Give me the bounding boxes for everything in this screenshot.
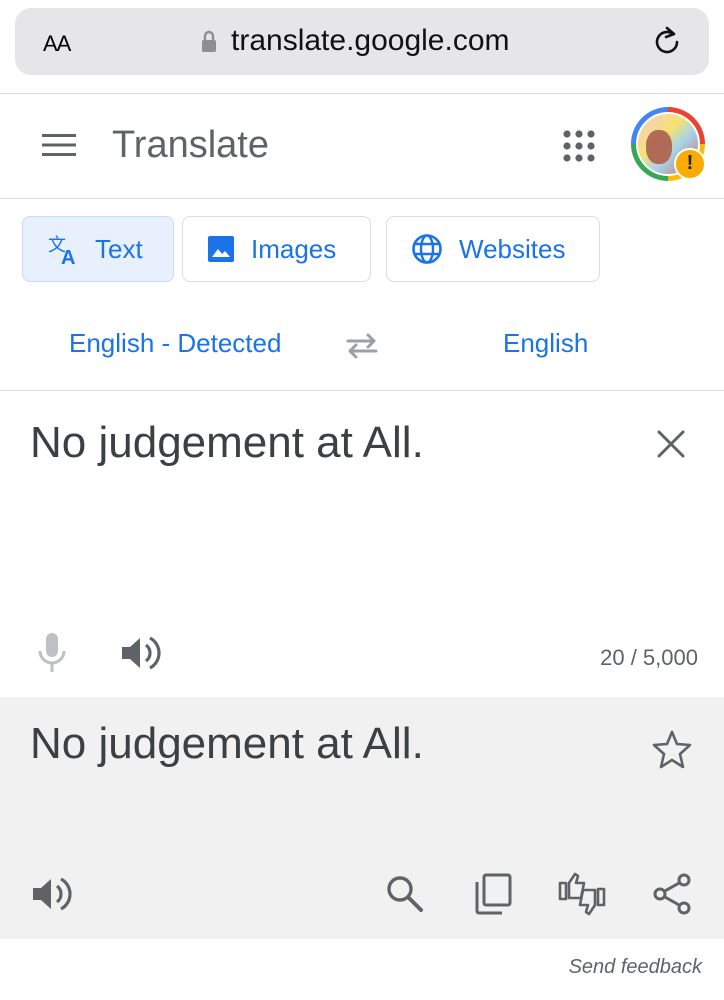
svg-text:A: A: [61, 247, 75, 265]
address-bar[interactable]: AA translate.google.com: [15, 8, 709, 75]
app-title: Translate: [112, 124, 269, 166]
tab-images[interactable]: Images: [182, 216, 371, 282]
tab-text-label: Text: [95, 233, 143, 264]
warning-badge: !: [674, 148, 706, 180]
account-avatar[interactable]: !: [631, 107, 706, 181]
speaker-icon[interactable]: [120, 634, 162, 672]
rate-translation-icon[interactable]: [557, 871, 607, 917]
translated-text: No judgement at All.: [30, 719, 424, 768]
tab-text[interactable]: 文 A Text: [22, 216, 174, 282]
tab-websites[interactable]: Websites: [386, 216, 600, 282]
menu-icon[interactable]: [42, 134, 76, 156]
browser-toolbar: AA translate.google.com: [0, 0, 724, 94]
language-divider: [0, 390, 724, 391]
search-icon[interactable]: [386, 875, 424, 913]
target-language-selector[interactable]: English: [503, 328, 588, 359]
globe-icon: [412, 234, 442, 264]
close-icon[interactable]: [655, 428, 687, 460]
reload-icon[interactable]: [651, 26, 683, 58]
swap-languages-icon[interactable]: [342, 330, 382, 362]
send-feedback-link[interactable]: Send feedback: [569, 956, 702, 979]
microphone-icon[interactable]: [36, 632, 68, 674]
source-text-input[interactable]: No judgement at All.: [30, 418, 424, 468]
tab-images-label: Images: [251, 233, 337, 264]
share-icon[interactable]: [652, 873, 692, 915]
tab-websites-label: Websites: [459, 233, 566, 264]
apps-grid-icon[interactable]: [563, 130, 595, 162]
star-icon[interactable]: [652, 729, 692, 769]
translation-output-panel: No judgement at All.: [0, 697, 724, 939]
character-count: 20 / 5,000: [600, 645, 698, 670]
translate-icon: 文 A: [48, 235, 75, 265]
source-language-selector[interactable]: English - Detected: [69, 328, 281, 359]
image-icon: [208, 236, 234, 262]
lock-icon: [202, 30, 216, 52]
text-size-button[interactable]: AA: [43, 26, 71, 58]
speaker-icon[interactable]: [31, 875, 73, 913]
avatar-face: [646, 130, 672, 164]
copy-icon[interactable]: [474, 873, 512, 915]
url-text[interactable]: translate.google.com: [231, 24, 510, 58]
app-header: Translate !: [0, 94, 724, 199]
